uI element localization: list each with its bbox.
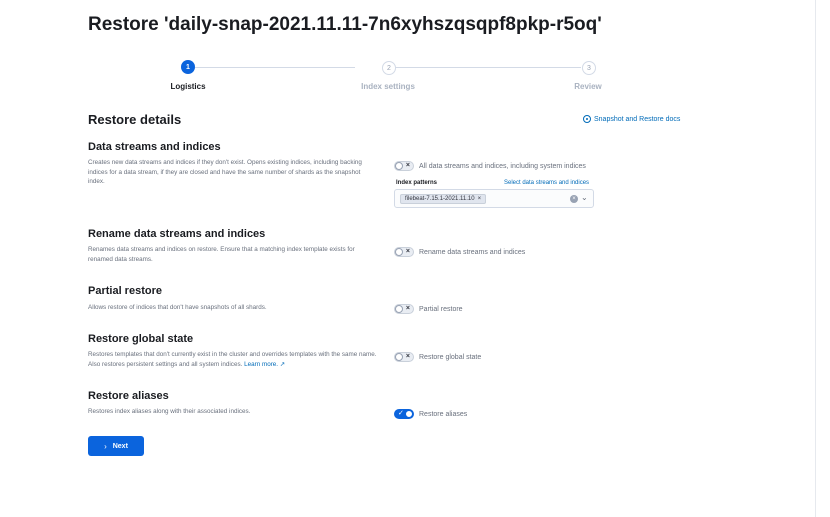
docs-link-label[interactable]: Snapshot and Restore docs xyxy=(594,116,680,123)
remove-chip-icon[interactable]: × xyxy=(478,196,482,202)
step-1-indicator[interactable]: 1 xyxy=(181,60,195,74)
index-patterns-combobox[interactable]: filebeat-7.15.1-2021.11.10 × × ⌄ xyxy=(394,189,594,208)
partial-restore-switch-label: Partial restore xyxy=(419,305,463,313)
rename-switch-label: Rename data streams and indices xyxy=(419,248,526,256)
global-state-title: Restore global state xyxy=(88,333,194,345)
partial-restore-switch-row[interactable]: × Partial restore xyxy=(394,304,463,314)
step-connector xyxy=(395,67,581,68)
data-streams-title: Data streams and indices xyxy=(88,141,221,153)
rename-title: Rename data streams and indices xyxy=(88,228,266,240)
data-streams-description: Creates new data streams and indices if … xyxy=(88,159,362,185)
cross-icon: × xyxy=(405,248,410,255)
cross-icon: × xyxy=(405,162,410,169)
steps-progress: 1 Logistics 2 Index settings 3 Review xyxy=(0,0,830,100)
next-button[interactable]: › Next xyxy=(88,436,144,456)
partial-restore-description: Allows restore of indices that don't hav… xyxy=(88,304,267,311)
check-icon: ✓ xyxy=(398,410,404,417)
global-state-description: Restores templates that don't currently … xyxy=(88,350,380,369)
clear-icon[interactable]: × xyxy=(570,195,578,203)
external-link-icon: ↗ xyxy=(279,360,286,368)
learn-more-link[interactable]: Learn more. xyxy=(244,361,278,368)
global-state-switch-row[interactable]: × Restore global state xyxy=(394,352,481,362)
rename-switch[interactable]: × xyxy=(394,247,414,257)
partial-restore-title: Partial restore xyxy=(88,285,162,297)
index-pattern-chip-label: filebeat-7.15.1-2021.11.10 xyxy=(405,196,475,202)
chevron-down-icon[interactable]: ⌄ xyxy=(581,193,588,202)
index-patterns-label: Index patterns xyxy=(396,180,438,186)
select-indices-link[interactable]: Select data streams and indices xyxy=(504,180,589,186)
book-icon xyxy=(583,115,591,123)
global-state-switch-label: Restore global state xyxy=(419,353,482,361)
global-state-description-text: Restores templates that don't currently … xyxy=(88,351,377,368)
index-pattern-chip: filebeat-7.15.1-2021.11.10 × xyxy=(400,194,487,204)
rename-description: Renames data streams and indices on rest… xyxy=(88,246,355,263)
aliases-switch-label: Restore aliases xyxy=(419,410,468,418)
step-1-label[interactable]: Logistics xyxy=(170,82,205,91)
step-2-indicator: 2 xyxy=(382,61,396,75)
step-connector xyxy=(195,67,355,68)
step-3-label: Review xyxy=(574,82,602,91)
docs-link[interactable]: Snapshot and Restore docs xyxy=(583,115,680,123)
aliases-description: Restores index aliases along with their … xyxy=(88,408,251,415)
partial-restore-switch[interactable]: × xyxy=(394,304,414,314)
all-indices-switch-row[interactable]: × All data streams and indices, includin… xyxy=(394,161,586,171)
all-indices-switch[interactable]: × xyxy=(394,161,414,171)
step-2-label: Index settings xyxy=(361,82,415,91)
aliases-switch[interactable]: ✓ xyxy=(394,409,414,419)
cross-icon: × xyxy=(405,305,410,312)
cross-icon: × xyxy=(405,353,410,360)
all-indices-switch-label: All data streams and indices, including … xyxy=(419,162,586,170)
chevron-right-icon: › xyxy=(104,441,107,451)
section-heading: Restore details xyxy=(88,112,182,127)
aliases-title: Restore aliases xyxy=(88,390,169,402)
step-3-indicator: 3 xyxy=(582,61,596,75)
rename-switch-row[interactable]: × Rename data streams and indices xyxy=(394,247,525,257)
aliases-switch-row[interactable]: ✓ Restore aliases xyxy=(394,409,467,419)
global-state-switch[interactable]: × xyxy=(394,352,414,362)
next-button-label: Next xyxy=(112,442,128,450)
